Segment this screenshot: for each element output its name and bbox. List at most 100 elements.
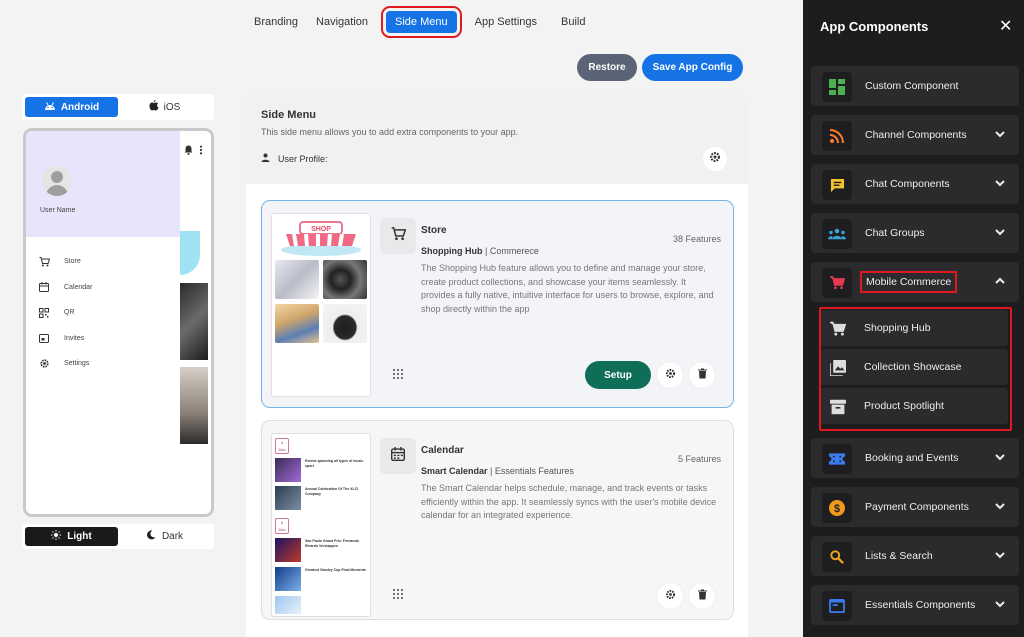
component-description: The Shopping Hub feature allows you to d… xyxy=(421,263,714,314)
theme-toggle: Light Dark xyxy=(22,524,214,549)
chevron-down-icon xyxy=(995,601,1005,608)
store-settings-button[interactable] xyxy=(657,362,683,388)
store-thumbnail: SHOP xyxy=(271,213,371,397)
grid-icon xyxy=(822,72,852,102)
component-name: Calendar xyxy=(421,445,464,456)
drawer-item-qr[interactable]: QR xyxy=(38,300,92,326)
chevron-up-icon xyxy=(995,277,1005,284)
sidebar-item-custom-component[interactable]: Custom Component xyxy=(811,66,1019,106)
svg-text:$: $ xyxy=(834,503,840,515)
android-icon xyxy=(44,101,56,114)
product-image-grid xyxy=(275,260,369,343)
drawer-item-invites[interactable]: Invites xyxy=(38,326,92,352)
calendar-delete-button[interactable] xyxy=(689,583,715,609)
dark-label: Dark xyxy=(161,531,184,542)
ios-label: iOS xyxy=(163,101,181,113)
sidebar-item-label: Channel Components xyxy=(865,129,967,141)
shop-sign-text: SHOP xyxy=(311,226,331,233)
drawer-header: User Name xyxy=(26,131,180,237)
calendar-settings-button[interactable] xyxy=(657,583,683,609)
tab-app-settings[interactable]: App Settings xyxy=(466,11,546,33)
sidebar-item-booking-and-events[interactable]: Booking and Events xyxy=(811,438,1019,478)
drawer-item-label: Invites xyxy=(64,334,85,342)
top-nav: Branding Navigation Side Menu App Settin… xyxy=(245,6,594,38)
chevron-down-icon xyxy=(995,503,1005,510)
trash-icon xyxy=(697,587,707,605)
light-option[interactable]: Light xyxy=(25,527,118,546)
date-badge: 4 Dec xyxy=(275,438,289,454)
android-option[interactable]: Android xyxy=(25,97,118,117)
drawer-item-store[interactable]: Store xyxy=(38,249,92,275)
features-count: 5 Features xyxy=(677,454,721,464)
app-image-fragment xyxy=(180,283,208,360)
sidebar-item-label: Mobile Commerce xyxy=(859,271,958,293)
chat-icon xyxy=(822,170,852,200)
setup-button[interactable]: Setup xyxy=(585,361,651,389)
tab-navigation[interactable]: Navigation xyxy=(307,11,377,33)
user-profile-settings-button[interactable] xyxy=(703,147,727,171)
drawer-menu: Store Calendar QR Invites Settings xyxy=(38,249,92,377)
store-delete-button[interactable] xyxy=(689,362,715,388)
gear-icon xyxy=(665,366,676,384)
sidebar-item-chat-components[interactable]: Chat Components xyxy=(811,164,1019,204)
restore-button[interactable]: Restore xyxy=(577,54,637,81)
sidebar-item-label: Essentials Components xyxy=(865,599,976,611)
sidebar-item-payment-components[interactable]: $ Payment Components xyxy=(811,487,1019,527)
close-icon[interactable]: ✕ xyxy=(999,19,1012,35)
trash-icon xyxy=(697,366,707,384)
app-image-fragment xyxy=(180,367,208,444)
tab-branding[interactable]: Branding xyxy=(245,11,307,33)
search-icon xyxy=(822,542,852,572)
panel-description: This side menu allows you to add extra c… xyxy=(261,127,519,137)
tab-build[interactable]: Build xyxy=(552,11,594,33)
rss-icon xyxy=(822,121,852,151)
gear-icon xyxy=(709,150,721,168)
chevron-down-icon xyxy=(995,131,1005,138)
drawer-item-calendar[interactable]: Calendar xyxy=(38,275,92,301)
dark-option[interactable]: Dark xyxy=(118,527,211,546)
sidebar-title: App Components xyxy=(820,19,929,34)
product-image xyxy=(323,304,367,343)
tab-side-menu[interactable]: Side Menu xyxy=(381,6,462,38)
user-profile-label: User Profile: xyxy=(278,153,328,164)
calendar-thumbnail: 4 Dec Events spanning all types of music … xyxy=(271,433,371,617)
product-image xyxy=(275,260,319,299)
drawer-item-label: QR xyxy=(64,309,75,317)
android-label: Android xyxy=(60,101,100,113)
calendar-icon xyxy=(391,446,405,466)
side-menu-panel: Side Menu This side menu allows you to a… xyxy=(246,95,748,637)
sidebar-item-channel-components[interactable]: Channel Components xyxy=(811,115,1019,155)
sidebar-item-label: Payment Components xyxy=(865,501,969,513)
component-name: Store xyxy=(421,225,447,236)
calendar-component-card[interactable]: 4 Dec Events spanning all types of music … xyxy=(261,420,734,620)
sidebar-item-essentials-components[interactable]: Essentials Components xyxy=(811,585,1019,625)
chevron-down-icon xyxy=(995,180,1005,187)
calendar-icon-box xyxy=(380,438,416,474)
apple-icon xyxy=(149,100,159,114)
drawer-item-settings[interactable]: Settings xyxy=(38,351,92,377)
drag-handle-icon[interactable] xyxy=(392,587,404,600)
chevron-down-icon xyxy=(995,552,1005,559)
cart-icon xyxy=(391,226,406,246)
bell-icon xyxy=(184,145,193,157)
store-icon-box xyxy=(380,218,416,254)
sidebar-item-mobile-commerce[interactable]: Mobile Commerce xyxy=(811,262,1019,302)
sidebar-item-chat-groups[interactable]: Chat Groups xyxy=(811,213,1019,253)
user-profile-row: User Profile: xyxy=(261,153,328,164)
user-name: User Name xyxy=(40,207,76,214)
component-subtitle: Shopping Hub | Commerece xyxy=(421,246,539,256)
dollar-icon: $ xyxy=(822,493,852,523)
component-description: The Smart Calendar helps schedule, manag… xyxy=(421,483,717,520)
sidebar-item-lists-and-search[interactable]: Lists & Search xyxy=(811,536,1019,576)
ticket-icon xyxy=(822,444,852,474)
drag-handle-icon[interactable] xyxy=(392,367,404,380)
chevron-down-icon xyxy=(995,229,1005,236)
product-image xyxy=(275,304,319,343)
features-count: 38 Features xyxy=(672,234,721,244)
ios-option[interactable]: iOS xyxy=(118,97,211,117)
phone-preview: User Name Store Calendar QR Invites Sett… xyxy=(23,128,214,517)
panel-header: Side Menu This side menu allows you to a… xyxy=(246,95,748,184)
save-app-config-button[interactable]: Save App Config xyxy=(642,54,743,81)
page-title: Side Menu xyxy=(261,109,317,121)
store-component-card[interactable]: SHOP Store Shopping Hub | Commerece 38 F… xyxy=(261,200,734,408)
